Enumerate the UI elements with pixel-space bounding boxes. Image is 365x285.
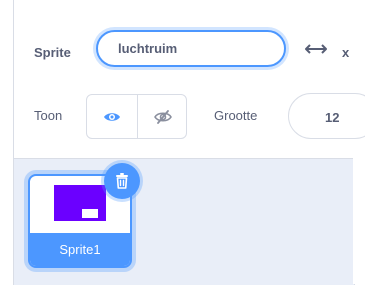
arrows-left-right-icon [305, 44, 327, 54]
sprite-name-input[interactable] [96, 30, 286, 67]
eye-slash-icon [154, 109, 172, 124]
size-label: Grootte [214, 108, 258, 123]
trash-icon [116, 173, 128, 189]
sprite-thumbnail [54, 185, 106, 221]
panel-gap [353, 0, 365, 284]
size-input[interactable] [288, 93, 365, 139]
hide-sprite-button[interactable] [138, 95, 186, 138]
show-label: Toon [34, 108, 63, 123]
x-label: x [342, 45, 350, 60]
visibility-toggle [86, 94, 187, 139]
eye-icon [104, 112, 120, 121]
sprite-label: Sprite [34, 45, 71, 60]
show-sprite-button[interactable] [87, 95, 138, 138]
delete-sprite-button[interactable] [104, 163, 140, 199]
sprite-name-label: Sprite1 [30, 233, 130, 266]
